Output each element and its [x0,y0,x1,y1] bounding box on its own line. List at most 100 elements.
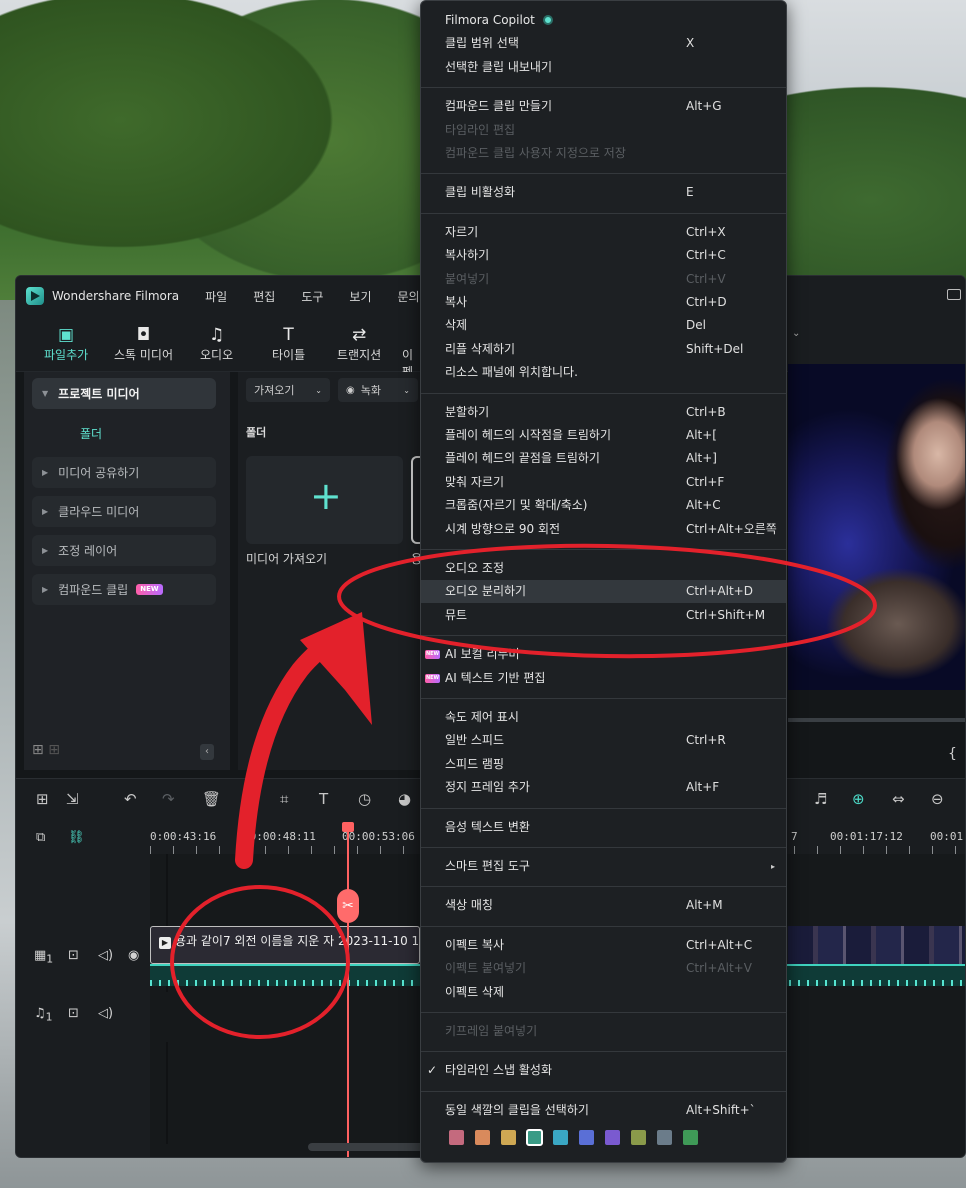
context-menu-item[interactable]: 복사 Ctrl+D [421,291,786,314]
color-swatch[interactable] [526,1129,543,1147]
context-menu-item[interactable]: AI 텍스트 기반 편집 NEW [421,667,786,690]
tab-titles[interactable]: T 타이틀 [272,324,305,363]
context-menu-item[interactable]: 플레이 헤드의 시작점을 트림하기 Alt+[ [421,424,786,447]
color-swatch[interactable] [605,1130,620,1146]
context-menu-item[interactable]: 오디오 조정 [421,557,786,580]
scissors-icon[interactable]: ✂ [242,791,255,807]
context-menu-item[interactable]: 속도 제어 표시 [421,706,786,729]
context-menu-item[interactable]: 일반 스피드 Ctrl+R [421,729,786,752]
select-cursor-icon[interactable]: ⇲ [66,791,79,807]
menu-view[interactable]: 보기 [349,288,371,305]
collapse-sidebar-button[interactable]: ‹ [200,744,214,760]
context-menu-item[interactable]: 맞춰 자르기 Ctrl+F [421,471,786,494]
window-layout-icon[interactable] [947,289,961,300]
context-menu-item-label: 오디오 조정 [445,561,505,575]
zoom-out-icon[interactable]: ⊖ [931,791,944,807]
sidebar-item-project-media[interactable]: ▼ 프로젝트 미디어 [32,378,216,409]
color-swatch[interactable] [449,1130,464,1146]
context-menu-item[interactable]: 자르기 Ctrl+X [421,221,786,244]
link-icon[interactable]: ⛓ [68,830,85,845]
mark-in-icon[interactable]: { [948,746,957,762]
color-swatch[interactable] [631,1130,646,1146]
color-swatch[interactable] [579,1130,594,1146]
undo-icon[interactable]: ↶ [124,791,137,807]
snap-icon[interactable]: ⊕ [852,791,865,807]
context-menu-item[interactable]: 크롭줌(자르기 및 확대/축소) Alt+C [421,494,786,517]
context-menu-item[interactable]: 플레이 헤드의 끝점을 트림하기 Alt+] [421,447,786,470]
color-palette-icon[interactable]: ◕ [398,791,411,807]
video-clip-thumbnails[interactable] [788,926,965,964]
context-menu-item[interactable]: 뮤트 Ctrl+Shift+M [421,604,786,627]
preview-quality-dropdown[interactable]: ⌄ [792,328,800,339]
context-menu-item-label: AI 텍스트 기반 편집 [445,670,546,685]
context-menu-item[interactable]: 리플 삭제하기 Shift+Del [421,338,786,361]
lock-icon[interactable]: ⊡ [68,1006,79,1021]
context-menu-item[interactable]: 컴파운드 클립 만들기 Alt+G [421,95,786,118]
menu-tools[interactable]: 도구 [301,288,323,305]
context-menu-item[interactable]: 동일 색깔의 클립을 선택하기 Alt+Shift+` [421,1099,786,1122]
sidebar-item-compound-clip[interactable]: ▶ 컴파운드 클립 NEW [32,574,216,605]
context-menu-item[interactable]: Filmora Copilot [421,9,786,32]
context-menu-item[interactable]: 스피드 램핑 [421,753,786,776]
context-menu-item[interactable]: 시계 방향으로 90 회전 Ctrl+Alt+오른쪽 [421,518,786,541]
tab-stock-media[interactable]: ◘ 스톡 미디어 [114,324,173,363]
color-swatch[interactable] [475,1130,490,1146]
new-folder-icon[interactable]: ⊞ ⊞ [32,742,60,758]
layout-grid-icon[interactable]: ⊞ [36,791,49,807]
context-menu-item[interactable]: 삭제 Del [421,314,786,337]
delete-icon[interactable]: 🗑 [202,791,221,807]
context-menu-item[interactable]: 정지 프레임 추가 Alt+F [421,776,786,799]
context-menu-item[interactable]: AI 보컬 리무버 NEW [421,643,786,666]
speaker-icon[interactable]: ◁) [98,1006,113,1021]
sidebar-item-label: 조정 레이어 [58,544,118,558]
sidebar-item-adjustment-layer[interactable]: ▶ 조정 레이어 [32,535,216,566]
import-dropdown[interactable]: 가져오기 ⌄ [246,378,330,402]
context-menu-item[interactable]: 색상 매칭 Alt+M [421,894,786,917]
context-menu-shortcut: Ctrl+C [686,248,726,263]
tab-audio[interactable]: ♫ 오디오 [200,324,233,363]
sidebar-item-media-share[interactable]: ▶ 미디어 공유하기 [32,457,216,488]
playhead-line[interactable] [347,822,349,1157]
context-menu-item-label: 일반 스피드 [445,733,505,748]
audio-mixer-icon[interactable]: ♬ [814,791,827,807]
menu-edit[interactable]: 편집 [253,288,275,305]
context-menu-item[interactable]: 클립 비활성화 E [421,181,786,204]
context-menu-item[interactable]: 오디오 분리하기 Ctrl+Alt+D [421,580,786,604]
record-dropdown[interactable]: ◉ 녹화 ⌄ [338,378,418,402]
fit-timeline-icon[interactable]: ⇔ [892,791,905,807]
lock-icon[interactable]: ⊡ [68,948,79,963]
context-menu-item[interactable]: 복사하기 Ctrl+C [421,244,786,267]
playhead-scissors-icon[interactable]: ✂ [337,889,359,923]
context-menu-item[interactable]: 선택한 클립 내보내기 [421,56,786,79]
sidebar-item-cloud-media[interactable]: ▶ 클라우드 미디어 [32,496,216,527]
speed-icon[interactable]: ◷ [358,791,371,807]
playhead-handle[interactable] [342,822,354,832]
import-media-tile[interactable]: + [246,456,403,544]
timeline-scrollbar[interactable] [308,1143,428,1151]
color-swatch[interactable] [553,1130,568,1146]
context-menu-item[interactable]: 클립 범위 선택 X [421,32,786,55]
color-swatch[interactable] [657,1130,672,1146]
import-folder-icon[interactable]: ⊞ [48,742,60,758]
context-menu-item[interactable]: 이펙트 복사 Ctrl+Alt+C [421,934,786,957]
color-swatch[interactable] [683,1130,698,1146]
color-swatch[interactable] [501,1130,516,1146]
crop-icon[interactable]: ⌗ [280,791,288,807]
context-menu-item[interactable]: 리소스 패널에 위치합니다. [421,361,786,384]
redo-icon[interactable]: ↷ [162,791,175,807]
context-menu-item[interactable]: 이펙트 삭제 [421,981,786,1004]
preview-progress-bar[interactable] [788,718,965,722]
context-menu-item[interactable]: 분할하기 Ctrl+B [421,401,786,424]
menu-file[interactable]: 파일 [205,288,227,305]
text-tool-icon[interactable]: T [319,791,328,807]
menu-help[interactable]: 문의 [398,288,420,305]
sidebar-item-folder[interactable]: 폴더 [80,425,102,442]
context-menu-item[interactable]: 스마트 편집 도구 ▸ [421,855,786,878]
context-menu-item[interactable]: 음성 텍스트 변환 [421,816,786,839]
tab-transitions[interactable]: ⇄ 트랜지션 [337,324,381,363]
context-menu-item[interactable]: 타임라인 스냅 활성화 ✓ [421,1059,786,1082]
speaker-icon[interactable]: ◁) [98,948,113,963]
add-track-icon[interactable]: ⧉ [36,830,45,845]
tab-media[interactable]: ▣ 파일추가 [44,324,88,363]
eye-icon[interactable]: ◉ [128,948,139,963]
